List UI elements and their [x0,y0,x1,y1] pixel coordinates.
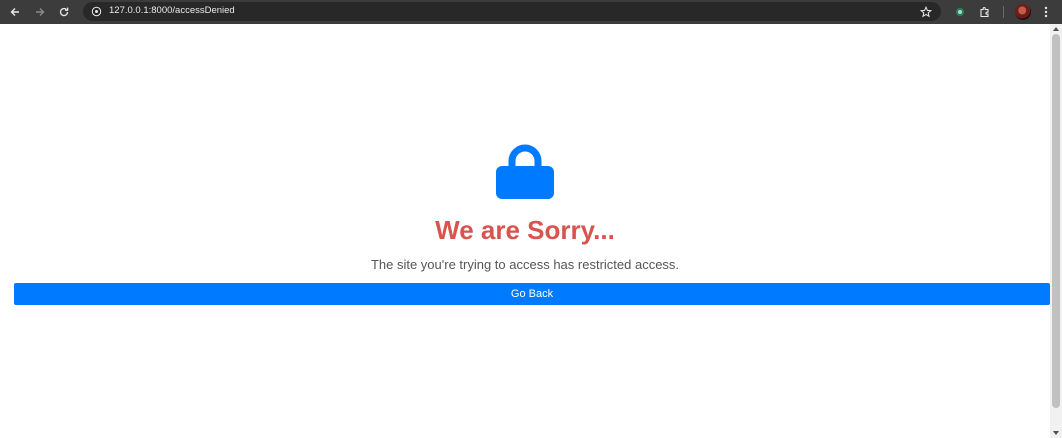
scroll-down-arrow[interactable] [1053,431,1059,435]
access-message: The site you're trying to access has res… [370,257,680,272]
scroll-thumb[interactable] [1052,34,1060,408]
lock-icon [496,144,554,199]
browser-toolbar: 127.0.0.1:8000/accessDenied [0,0,1062,24]
reload-button[interactable] [55,3,73,21]
toolbar-divider [1003,6,1004,18]
kebab-menu-icon [1044,6,1048,18]
bookmark-button[interactable] [918,4,933,19]
forward-button[interactable] [31,3,49,21]
site-info-button[interactable] [89,4,104,19]
back-button[interactable] [6,3,24,21]
extensions-menu-button[interactable] [976,3,994,21]
star-icon [919,5,932,17]
puzzle-icon [980,6,989,18]
scroll-up-arrow[interactable] [1053,27,1059,31]
vertical-scrollbar[interactable] [1050,24,1062,438]
reload-icon [59,7,69,17]
go-back-button[interactable]: Go Back [14,283,1050,305]
profile-avatar[interactable] [1015,4,1031,20]
browser-menu-button[interactable] [1037,3,1055,21]
page-title: We are Sorry... [435,215,615,245]
back-arrow-icon [10,8,19,16]
url-text[interactable]: 127.0.0.1:8000/accessDenied [109,5,235,16]
extension-button[interactable] [951,3,969,21]
extension-icon [956,8,964,16]
site-info-icon [91,6,102,17]
forward-arrow-icon [36,8,45,16]
address-bar[interactable]: 127.0.0.1:8000/accessDenied [83,2,941,21]
